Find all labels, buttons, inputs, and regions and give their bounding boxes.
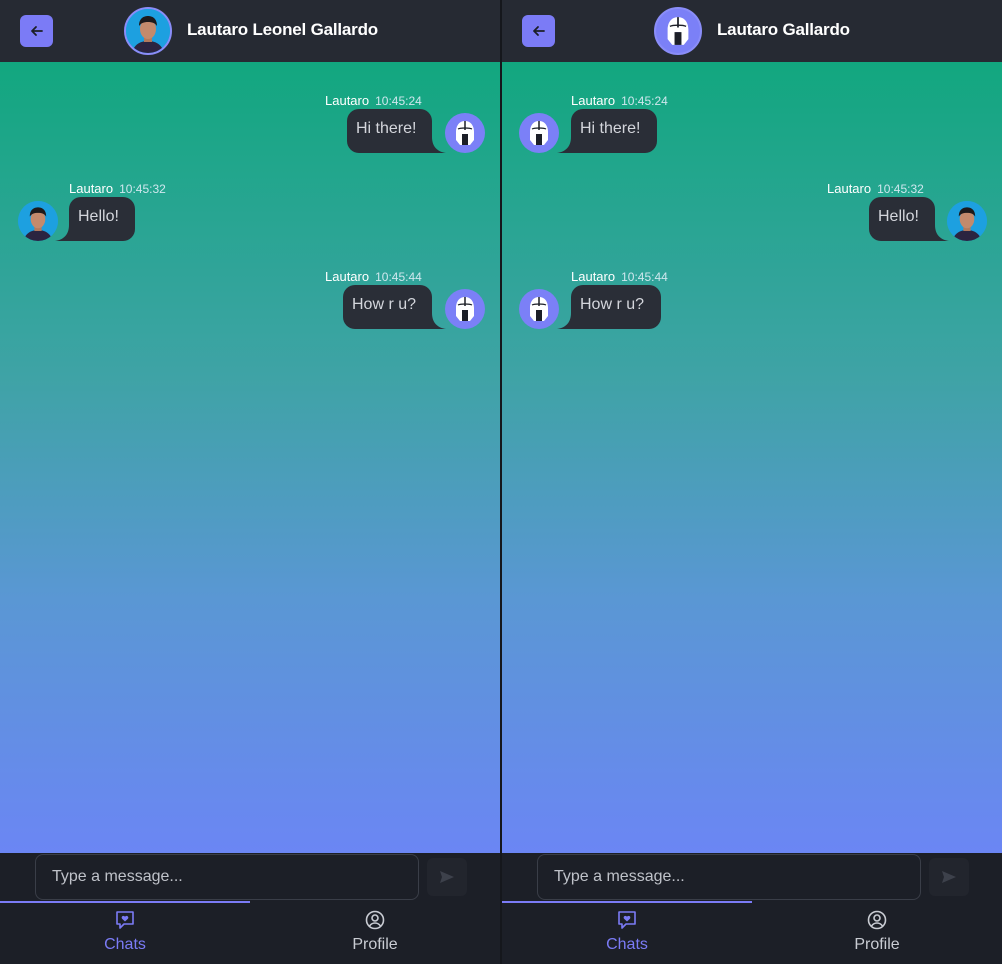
spartan-helmet-avatar[interactable] [654,7,702,55]
message-bubble: Hi there! [571,109,657,153]
message-bubble: How r u? [571,285,661,329]
message-bubble: Hi there! [347,109,432,153]
message-item: Lautaro 10:45:24 Hi there! [0,93,500,157]
message-bubble: How r u? [343,285,432,329]
arrow-left-icon [30,26,43,36]
message-time: 10:45:44 [375,270,422,284]
nav-tab-label: Chats [606,936,648,953]
message-sender: Lautaro [571,93,616,108]
bottom-nav: Chats Profile [502,901,1002,964]
message-meta: Lautaro 10:45:32 [69,181,166,196]
spartan-helmet-avatar[interactable] [445,113,485,153]
bubble-tail [557,313,571,329]
nav-tab-label: Chats [104,936,146,953]
send-button[interactable] [929,858,969,896]
bottom-nav: Chats Profile [0,901,500,964]
arrow-left-icon [532,26,545,36]
bubble-tail [557,137,571,153]
message-meta: Lautaro 10:45:24 [325,93,422,108]
spartan-helmet-avatar[interactable] [445,289,485,329]
nav-tab-profile[interactable]: Profile [250,901,500,964]
message-item: Lautaro 10:45:44 How r u? [502,269,1002,333]
message-bubble: Hello! [869,197,935,241]
chat-title: Lautaro Gallardo [717,20,850,39]
nav-tab-profile[interactable]: Profile [752,901,1002,964]
bubble-tail [55,225,69,241]
message-time: 10:45:32 [877,182,924,196]
send-button[interactable] [427,858,467,896]
message-input[interactable] [537,854,921,900]
message-sender: Lautaro [325,93,370,108]
message-list: Lautaro 10:45:24 Hi there! Lautaro 10:45:3… [502,62,1002,853]
user-photo-avatar[interactable] [18,201,58,241]
message-item: Lautaro 10:45:32 Hello! [502,181,1002,245]
message-sender: Lautaro [69,181,114,196]
message-sender: Lautaro [325,269,370,284]
message-item: Lautaro 10:45:32 Hello! [0,181,500,245]
back-button[interactable] [522,15,555,47]
back-button[interactable] [20,15,53,47]
message-meta: Lautaro 10:45:44 [325,269,422,284]
message-meta: Lautaro 10:45:32 [827,181,924,196]
chat-header: Lautaro Leonel Gallardo [0,0,500,62]
nav-tab-label: Profile [854,936,900,953]
chat-heart-icon [618,911,636,929]
bubble-tail [935,225,949,241]
send-icon [942,871,956,883]
message-meta: Lautaro 10:45:44 [571,269,668,284]
nav-tab-chats[interactable]: Chats [0,901,250,964]
message-list: Lautaro 10:45:24 Hi there! Lautaro 10:45:3… [0,62,500,853]
message-time: 10:45:24 [621,94,668,108]
message-time: 10:45:32 [119,182,166,196]
bubble-tail [432,313,446,329]
chat-window-left: Lautaro Leonel Gallardo Lautaro 10:45:24 … [0,0,500,964]
message-item: Lautaro 10:45:44 How r u? [0,269,500,333]
message-time: 10:45:44 [621,270,668,284]
message-sender: Lautaro [827,181,872,196]
spartan-helmet-avatar[interactable] [519,289,559,329]
spartan-helmet-avatar[interactable] [519,113,559,153]
user-circle-icon [867,910,887,930]
message-composer [0,853,500,901]
user-circle-icon [365,910,385,930]
chat-window-right: Lautaro Gallardo Lautaro 10:45:24 Hi ther… [502,0,1002,964]
message-composer [502,853,1002,901]
message-time: 10:45:24 [375,94,422,108]
nav-tab-label: Profile [352,936,398,953]
message-item: Lautaro 10:45:24 Hi there! [502,93,1002,157]
user-photo-avatar[interactable] [124,7,172,55]
chat-title: Lautaro Leonel Gallardo [187,20,378,39]
send-icon [440,871,454,883]
chat-header: Lautaro Gallardo [502,0,1002,62]
message-sender: Lautaro [571,269,616,284]
user-photo-avatar[interactable] [947,201,987,241]
message-input[interactable] [35,854,419,900]
nav-tab-chats[interactable]: Chats [502,901,752,964]
chat-heart-icon [116,911,134,929]
message-bubble: Hello! [69,197,135,241]
message-meta: Lautaro 10:45:24 [571,93,668,108]
bubble-tail [432,137,446,153]
